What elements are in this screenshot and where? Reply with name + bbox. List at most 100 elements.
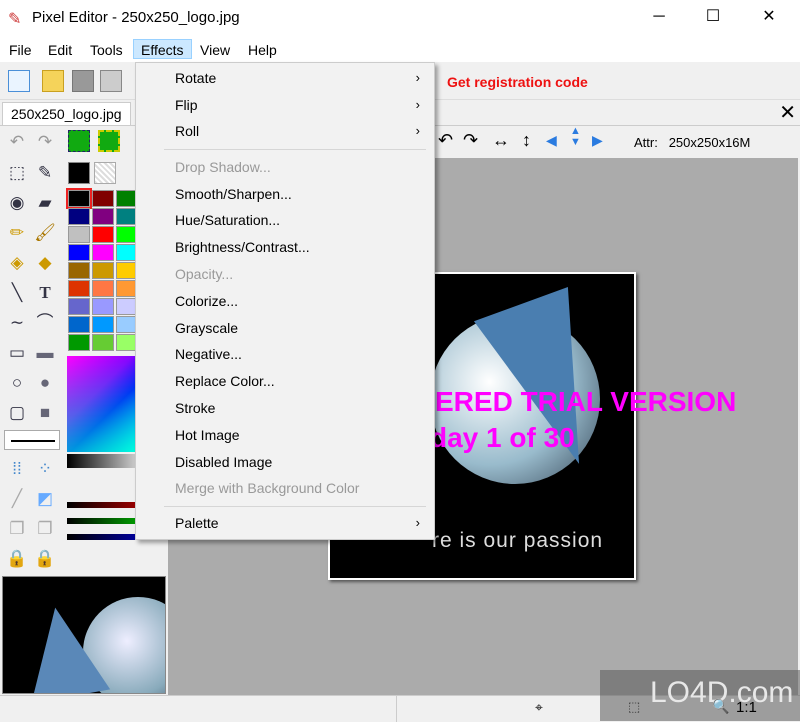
filled-rectangle-icon[interactable]: ▬ (32, 340, 58, 366)
palette-swatch[interactable] (68, 334, 90, 351)
navigator-preview[interactable] (2, 576, 166, 694)
select-layer-all-icon[interactable] (98, 130, 120, 152)
color-picker-icon[interactable]: ✎ (32, 160, 58, 186)
menu-item-palette[interactable]: Palette › (136, 510, 434, 536)
red-slider[interactable] (67, 502, 136, 508)
fill-pattern-icon[interactable]: ◈ (4, 250, 30, 276)
document-tab[interactable]: 250x250_logo.jpg (2, 102, 131, 125)
maximize-button[interactable]: ☐ (690, 0, 736, 36)
menu-item-colorize[interactable]: Colorize... (136, 288, 434, 314)
palette-swatch[interactable] (92, 208, 114, 225)
palette-swatch[interactable] (68, 316, 90, 333)
palette-swatch[interactable] (116, 208, 136, 225)
palette-swatch[interactable] (68, 244, 90, 261)
menu-item-hue-saturation[interactable]: Hue/Saturation... (136, 207, 434, 233)
get-registration-code-link[interactable]: Get registration code (447, 74, 588, 90)
palette-swatch[interactable] (116, 334, 136, 351)
palette-swatch[interactable] (116, 280, 136, 297)
palette-swatch[interactable] (68, 226, 90, 243)
rotate-left-icon[interactable]: ↶ (438, 130, 453, 151)
palette-swatch[interactable] (92, 298, 114, 315)
select-layer-icon[interactable] (68, 130, 90, 152)
line-icon[interactable]: ╲ (4, 280, 30, 306)
palette-swatch[interactable] (92, 190, 114, 207)
menu-item-disabled-image[interactable]: Disabled Image (136, 449, 434, 475)
palette-swatch[interactable] (116, 244, 136, 261)
menu-view[interactable]: View (193, 40, 237, 60)
menu-tools[interactable]: Tools (83, 40, 130, 60)
palette-swatch[interactable] (116, 190, 136, 207)
move-up-down-icon[interactable]: ▲ ▼ (570, 126, 581, 148)
filled-rounded-rectangle-icon[interactable]: ■ (32, 400, 58, 426)
filled-ellipse-icon[interactable]: ● (32, 370, 58, 396)
palette-swatch[interactable] (92, 226, 114, 243)
palette-swatch[interactable] (116, 226, 136, 243)
palette-swatch[interactable] (116, 262, 136, 279)
menu-item-smooth-sharpen[interactable]: Smooth/Sharpen... (136, 181, 434, 207)
zoom-icon[interactable]: 🔍 (712, 698, 729, 715)
flip-vertical-icon[interactable]: ↕ (522, 130, 531, 151)
menu-effects[interactable]: Effects (133, 39, 192, 59)
palette-swatch[interactable] (68, 262, 90, 279)
palette-swatch[interactable] (68, 280, 90, 297)
dot-grid-icon[interactable]: ⁞⁞ (4, 456, 30, 482)
open-folder-icon[interactable] (42, 70, 64, 92)
menu-edit[interactable]: Edit (41, 40, 79, 60)
foreground-color[interactable] (68, 162, 90, 184)
minimize-button[interactable]: ─ (636, 0, 682, 36)
palette-swatch[interactable] (116, 298, 136, 315)
palette-swatch[interactable] (92, 316, 114, 333)
line-width-selector[interactable] (4, 430, 60, 450)
menu-item-flip[interactable]: Flip › (136, 92, 434, 118)
menu-item-stroke[interactable]: Stroke (136, 395, 434, 421)
palette-swatch[interactable] (116, 316, 136, 333)
gradient-icon[interactable]: ◩ (32, 486, 58, 512)
arc-icon[interactable]: ⌒ (32, 310, 58, 336)
scatter-dots-icon[interactable]: ⁘ (32, 456, 58, 482)
undo-icon[interactable]: ↶ (4, 129, 30, 155)
palette-swatch[interactable] (66, 188, 92, 209)
background-color[interactable] (94, 162, 116, 184)
eraser-icon[interactable]: ▰ (32, 190, 58, 216)
rounded-rectangle-icon[interactable]: ▢ (4, 400, 30, 426)
palette-swatch[interactable] (92, 244, 114, 261)
save-icon[interactable] (72, 70, 94, 92)
smooth-line-icon[interactable]: ╱ (4, 486, 30, 512)
flip-horizontal-icon[interactable]: ↔ (492, 130, 510, 151)
curve-icon[interactable]: ∼ (4, 310, 30, 336)
rectangle-select-icon[interactable]: ⬚ (4, 160, 30, 186)
rectangle-icon[interactable]: ▭ (4, 340, 30, 366)
lock-layer-icon[interactable]: 🔒 (4, 546, 30, 572)
menu-item-roll[interactable]: Roll › (136, 118, 434, 144)
pencil-icon[interactable]: ✏ (4, 220, 30, 246)
color-spectrum[interactable] (67, 356, 136, 452)
menu-item-replace-color[interactable]: Replace Color... (136, 368, 434, 394)
palette-swatch[interactable] (92, 334, 114, 351)
menu-item-brightness-contrast[interactable]: Brightness/Contrast... (136, 234, 434, 260)
menu-item-grayscale[interactable]: Grayscale (136, 315, 434, 341)
layer-merge-icon[interactable]: ❐ (4, 516, 30, 542)
redo-icon[interactable]: ↷ (32, 129, 58, 155)
lock-palette-icon[interactable]: 🔒 (32, 546, 58, 572)
menu-file[interactable]: File (2, 40, 39, 60)
brightness-slider[interactable] (67, 454, 136, 468)
palette-swatch[interactable] (92, 262, 114, 279)
layer-copy-icon[interactable]: ❐ (32, 516, 58, 542)
menu-help[interactable]: Help (241, 40, 284, 60)
menu-item-hot-image[interactable]: Hot Image (136, 422, 434, 448)
palette-swatch[interactable] (92, 280, 114, 297)
move-left-icon[interactable]: ◀ (546, 132, 557, 149)
close-tab-icon[interactable]: ✕ (779, 100, 796, 125)
menu-item-negative[interactable]: Negative... (136, 341, 434, 367)
move-right-icon[interactable]: ▶ (592, 132, 603, 149)
close-button[interactable]: ✕ (746, 0, 792, 36)
text-icon[interactable]: T (32, 280, 58, 306)
menu-item-rotate[interactable]: Rotate › (136, 65, 434, 91)
green-slider[interactable] (67, 518, 136, 524)
ellipse-icon[interactable]: ○ (4, 370, 30, 396)
rotate-right-icon[interactable]: ↷ (463, 130, 478, 151)
fill-bucket-icon[interactable]: ◆ (32, 250, 58, 276)
palette-swatch[interactable] (68, 208, 90, 225)
brush-icon[interactable]: 🖌 (32, 220, 58, 246)
zoom-level[interactable]: 1:1 (736, 699, 757, 716)
